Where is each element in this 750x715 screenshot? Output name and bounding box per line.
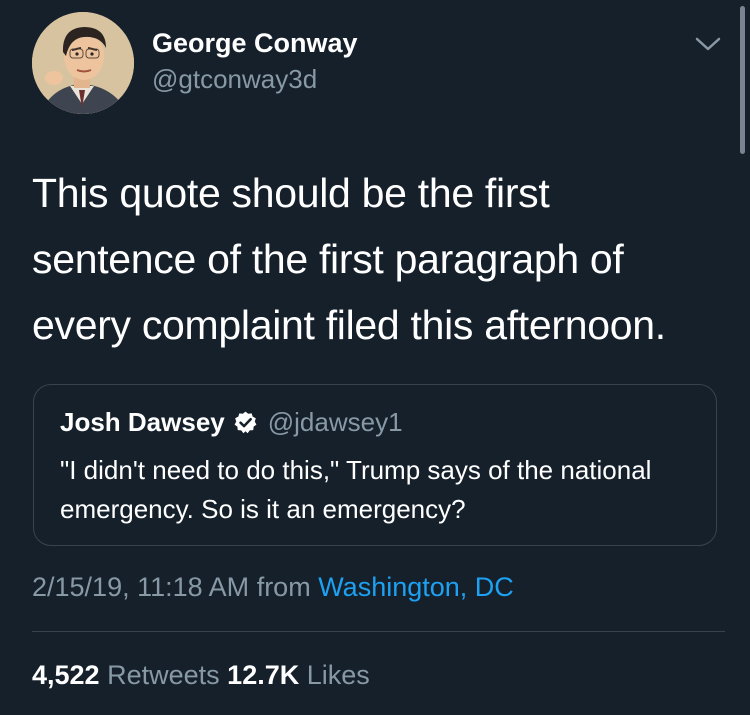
retweets-stat[interactable]: 4,522 Retweets <box>32 660 227 690</box>
likes-label: Likes <box>306 660 370 690</box>
tweet-stats: 4,522 Retweets 12.7K Likes <box>32 660 370 691</box>
tweet-timestamp[interactable]: 2/15/19, 11:18 AM <box>32 572 249 602</box>
quoted-author-name: Josh Dawsey <box>60 407 225 437</box>
likes-count: 12.7K <box>227 660 300 690</box>
quoted-tweet-header: Josh Dawsey @jdawsey1 <box>60 407 403 438</box>
avatar[interactable] <box>32 12 134 114</box>
scrollbar[interactable] <box>740 6 745 154</box>
quoted-tweet-card[interactable]: Josh Dawsey @jdawsey1 "I didn't need to … <box>33 384 717 546</box>
chevron-down-icon[interactable] <box>694 34 722 54</box>
tweet-metadata: 2/15/19, 11:18 AM from Washington, DC <box>32 572 514 603</box>
retweets-label: Retweets <box>107 660 220 690</box>
author-name[interactable]: George Conway <box>152 28 358 59</box>
divider <box>32 631 725 632</box>
tweet-text: This quote should be the first sentence … <box>32 170 666 348</box>
quoted-tweet-text: "I didn't need to do this," Trump says o… <box>60 455 652 524</box>
quoted-author-handle: @jdawsey1 <box>267 407 403 437</box>
author-handle[interactable]: @gtconway3d <box>152 64 317 95</box>
retweets-count: 4,522 <box>32 660 100 690</box>
likes-stat[interactable]: 12.7K Likes <box>227 660 370 690</box>
from-label: from <box>256 572 311 602</box>
tweet-detail-view: George Conway @gtconway3d This quote sho… <box>0 0 750 715</box>
location-link[interactable]: Washington, DC <box>318 572 514 602</box>
verified-badge-icon <box>234 411 257 434</box>
